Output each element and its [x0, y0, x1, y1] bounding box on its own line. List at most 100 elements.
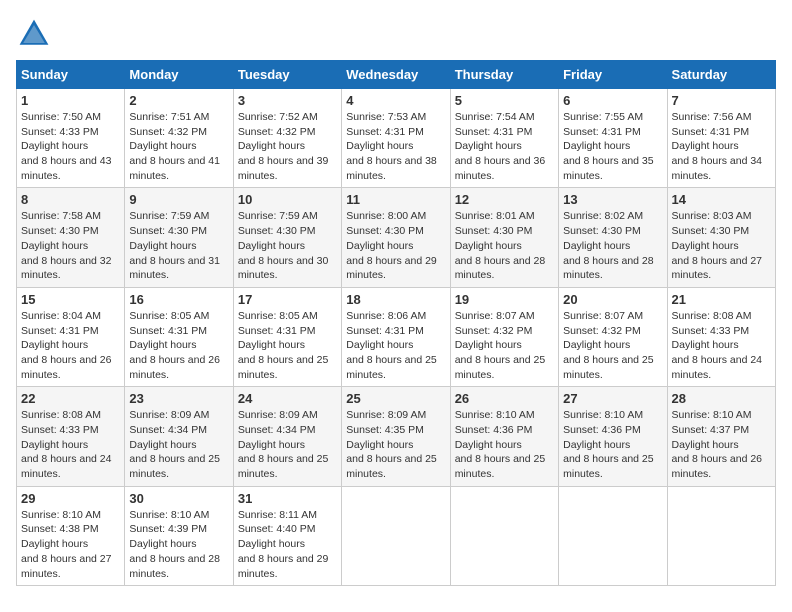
weekday-header-saturday: Saturday — [667, 61, 775, 89]
day-number: 20 — [563, 292, 662, 307]
day-number: 21 — [672, 292, 771, 307]
day-info: Sunrise: 8:11 AM Sunset: 4:40 PM Dayligh… — [238, 508, 337, 581]
day-number: 12 — [455, 192, 554, 207]
day-info: Sunrise: 8:05 AM Sunset: 4:31 PM Dayligh… — [129, 309, 228, 382]
calendar-cell: 28 Sunrise: 8:10 AM Sunset: 4:37 PM Dayl… — [667, 387, 775, 486]
calendar-cell: 29 Sunrise: 8:10 AM Sunset: 4:38 PM Dayl… — [17, 486, 125, 585]
calendar-cell: 13 Sunrise: 8:02 AM Sunset: 4:30 PM Dayl… — [559, 188, 667, 287]
calendar-cell: 10 Sunrise: 7:59 AM Sunset: 4:30 PM Dayl… — [233, 188, 341, 287]
day-info: Sunrise: 8:00 AM Sunset: 4:30 PM Dayligh… — [346, 209, 445, 282]
day-info: Sunrise: 7:51 AM Sunset: 4:32 PM Dayligh… — [129, 110, 228, 183]
day-info: Sunrise: 8:06 AM Sunset: 4:31 PM Dayligh… — [346, 309, 445, 382]
day-info: Sunrise: 8:10 AM Sunset: 4:37 PM Dayligh… — [672, 408, 771, 481]
day-info: Sunrise: 8:07 AM Sunset: 4:32 PM Dayligh… — [455, 309, 554, 382]
day-info: Sunrise: 7:50 AM Sunset: 4:33 PM Dayligh… — [21, 110, 120, 183]
day-info: Sunrise: 7:52 AM Sunset: 4:32 PM Dayligh… — [238, 110, 337, 183]
day-info: Sunrise: 7:56 AM Sunset: 4:31 PM Dayligh… — [672, 110, 771, 183]
weekday-header-friday: Friday — [559, 61, 667, 89]
day-number: 3 — [238, 93, 337, 108]
day-info: Sunrise: 8:09 AM Sunset: 4:35 PM Dayligh… — [346, 408, 445, 481]
day-info: Sunrise: 8:05 AM Sunset: 4:31 PM Dayligh… — [238, 309, 337, 382]
day-number: 25 — [346, 391, 445, 406]
day-info: Sunrise: 8:02 AM Sunset: 4:30 PM Dayligh… — [563, 209, 662, 282]
week-row-3: 15 Sunrise: 8:04 AM Sunset: 4:31 PM Dayl… — [17, 287, 776, 386]
calendar-cell — [342, 486, 450, 585]
day-number: 26 — [455, 391, 554, 406]
week-row-1: 1 Sunrise: 7:50 AM Sunset: 4:33 PM Dayli… — [17, 89, 776, 188]
calendar-cell: 9 Sunrise: 7:59 AM Sunset: 4:30 PM Dayli… — [125, 188, 233, 287]
day-number: 29 — [21, 491, 120, 506]
calendar-cell: 5 Sunrise: 7:54 AM Sunset: 4:31 PM Dayli… — [450, 89, 558, 188]
calendar-cell: 18 Sunrise: 8:06 AM Sunset: 4:31 PM Dayl… — [342, 287, 450, 386]
day-number: 17 — [238, 292, 337, 307]
calendar-cell: 7 Sunrise: 7:56 AM Sunset: 4:31 PM Dayli… — [667, 89, 775, 188]
day-info: Sunrise: 7:53 AM Sunset: 4:31 PM Dayligh… — [346, 110, 445, 183]
day-number: 7 — [672, 93, 771, 108]
calendar-cell: 17 Sunrise: 8:05 AM Sunset: 4:31 PM Dayl… — [233, 287, 341, 386]
calendar-cell: 11 Sunrise: 8:00 AM Sunset: 4:30 PM Dayl… — [342, 188, 450, 287]
calendar-cell: 23 Sunrise: 8:09 AM Sunset: 4:34 PM Dayl… — [125, 387, 233, 486]
day-info: Sunrise: 7:59 AM Sunset: 4:30 PM Dayligh… — [238, 209, 337, 282]
calendar-cell: 3 Sunrise: 7:52 AM Sunset: 4:32 PM Dayli… — [233, 89, 341, 188]
calendar-cell: 30 Sunrise: 8:10 AM Sunset: 4:39 PM Dayl… — [125, 486, 233, 585]
day-info: Sunrise: 8:10 AM Sunset: 4:36 PM Dayligh… — [455, 408, 554, 481]
calendar-cell: 21 Sunrise: 8:08 AM Sunset: 4:33 PM Dayl… — [667, 287, 775, 386]
week-row-5: 29 Sunrise: 8:10 AM Sunset: 4:38 PM Dayl… — [17, 486, 776, 585]
weekday-header-sunday: Sunday — [17, 61, 125, 89]
weekday-header-wednesday: Wednesday — [342, 61, 450, 89]
day-number: 30 — [129, 491, 228, 506]
day-number: 19 — [455, 292, 554, 307]
week-row-4: 22 Sunrise: 8:08 AM Sunset: 4:33 PM Dayl… — [17, 387, 776, 486]
day-number: 1 — [21, 93, 120, 108]
day-number: 2 — [129, 93, 228, 108]
weekday-header-thursday: Thursday — [450, 61, 558, 89]
calendar-cell — [667, 486, 775, 585]
calendar-cell: 8 Sunrise: 7:58 AM Sunset: 4:30 PM Dayli… — [17, 188, 125, 287]
day-number: 14 — [672, 192, 771, 207]
calendar-cell: 12 Sunrise: 8:01 AM Sunset: 4:30 PM Dayl… — [450, 188, 558, 287]
day-info: Sunrise: 8:10 AM Sunset: 4:36 PM Dayligh… — [563, 408, 662, 481]
day-info: Sunrise: 7:59 AM Sunset: 4:30 PM Dayligh… — [129, 209, 228, 282]
calendar-cell: 24 Sunrise: 8:09 AM Sunset: 4:34 PM Dayl… — [233, 387, 341, 486]
day-number: 6 — [563, 93, 662, 108]
calendar-table: SundayMondayTuesdayWednesdayThursdayFrid… — [16, 60, 776, 586]
day-info: Sunrise: 8:10 AM Sunset: 4:39 PM Dayligh… — [129, 508, 228, 581]
calendar-cell: 14 Sunrise: 8:03 AM Sunset: 4:30 PM Dayl… — [667, 188, 775, 287]
weekday-header-tuesday: Tuesday — [233, 61, 341, 89]
day-number: 4 — [346, 93, 445, 108]
day-number: 5 — [455, 93, 554, 108]
calendar-cell: 26 Sunrise: 8:10 AM Sunset: 4:36 PM Dayl… — [450, 387, 558, 486]
calendar-cell: 2 Sunrise: 7:51 AM Sunset: 4:32 PM Dayli… — [125, 89, 233, 188]
day-number: 22 — [21, 391, 120, 406]
day-info: Sunrise: 8:01 AM Sunset: 4:30 PM Dayligh… — [455, 209, 554, 282]
day-number: 23 — [129, 391, 228, 406]
day-number: 18 — [346, 292, 445, 307]
calendar-cell: 25 Sunrise: 8:09 AM Sunset: 4:35 PM Dayl… — [342, 387, 450, 486]
calendar-cell — [559, 486, 667, 585]
day-number: 8 — [21, 192, 120, 207]
calendar-cell: 31 Sunrise: 8:11 AM Sunset: 4:40 PM Dayl… — [233, 486, 341, 585]
day-number: 24 — [238, 391, 337, 406]
calendar-cell: 22 Sunrise: 8:08 AM Sunset: 4:33 PM Dayl… — [17, 387, 125, 486]
calendar-cell: 4 Sunrise: 7:53 AM Sunset: 4:31 PM Dayli… — [342, 89, 450, 188]
logo — [16, 16, 56, 52]
calendar-cell: 16 Sunrise: 8:05 AM Sunset: 4:31 PM Dayl… — [125, 287, 233, 386]
calendar-cell: 27 Sunrise: 8:10 AM Sunset: 4:36 PM Dayl… — [559, 387, 667, 486]
day-number: 28 — [672, 391, 771, 406]
page-header — [16, 16, 776, 52]
day-number: 11 — [346, 192, 445, 207]
day-number: 16 — [129, 292, 228, 307]
day-info: Sunrise: 8:08 AM Sunset: 4:33 PM Dayligh… — [21, 408, 120, 481]
logo-icon — [16, 16, 52, 52]
day-info: Sunrise: 8:09 AM Sunset: 4:34 PM Dayligh… — [129, 408, 228, 481]
calendar-cell: 20 Sunrise: 8:07 AM Sunset: 4:32 PM Dayl… — [559, 287, 667, 386]
day-info: Sunrise: 8:09 AM Sunset: 4:34 PM Dayligh… — [238, 408, 337, 481]
day-info: Sunrise: 8:10 AM Sunset: 4:38 PM Dayligh… — [21, 508, 120, 581]
weekday-header-monday: Monday — [125, 61, 233, 89]
day-number: 15 — [21, 292, 120, 307]
calendar-cell: 1 Sunrise: 7:50 AM Sunset: 4:33 PM Dayli… — [17, 89, 125, 188]
day-number: 27 — [563, 391, 662, 406]
day-info: Sunrise: 7:54 AM Sunset: 4:31 PM Dayligh… — [455, 110, 554, 183]
calendar-cell: 19 Sunrise: 8:07 AM Sunset: 4:32 PM Dayl… — [450, 287, 558, 386]
day-info: Sunrise: 8:08 AM Sunset: 4:33 PM Dayligh… — [672, 309, 771, 382]
